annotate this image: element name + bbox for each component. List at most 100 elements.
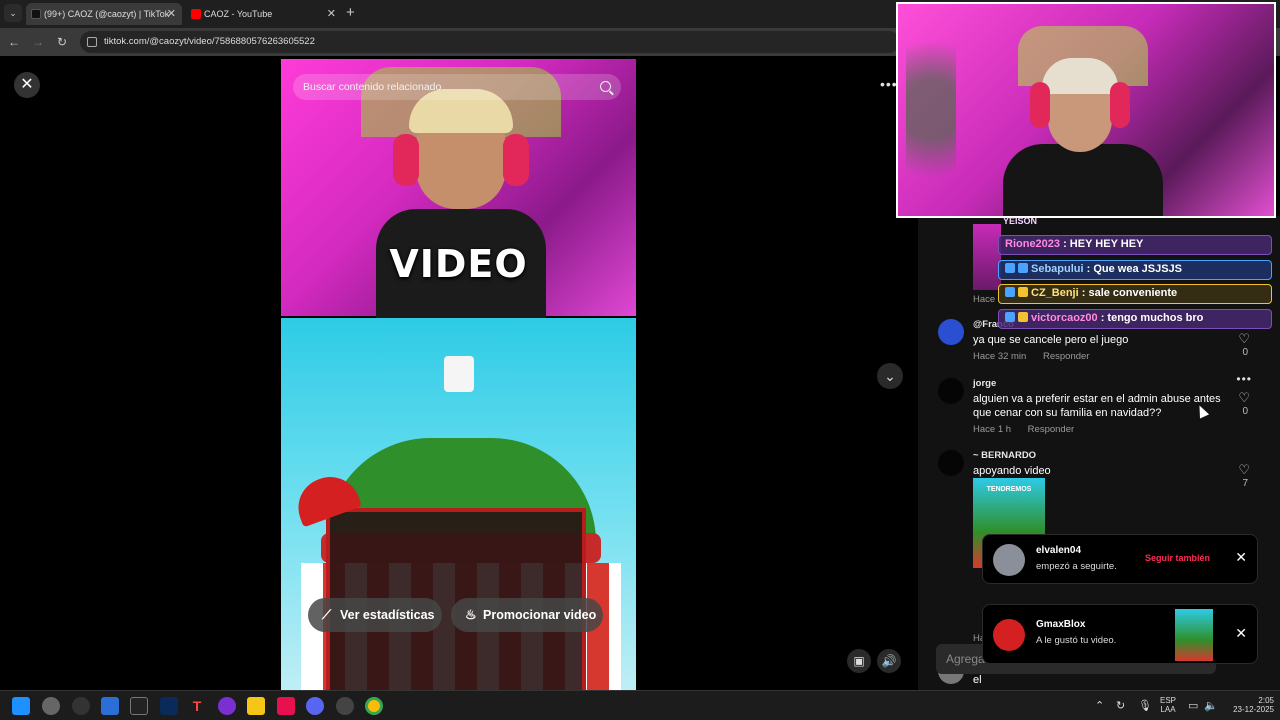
tray-expand-icon[interactable]: ⌃ bbox=[1095, 699, 1104, 712]
related-search-input[interactable]: Buscar contenido relacionado bbox=[293, 74, 621, 100]
like-icon[interactable]: ♡ bbox=[1238, 390, 1250, 406]
language-indicator[interactable]: ESP LAA bbox=[1156, 696, 1180, 714]
notification-user: GmaxBlox bbox=[1036, 619, 1086, 630]
youtube-favicon-icon bbox=[191, 9, 201, 19]
network-icon[interactable]: ▭ bbox=[1188, 699, 1198, 712]
tab-search-icon[interactable]: ⌄ bbox=[4, 4, 22, 22]
notification-follow[interactable]: elvalen04 empezó a seguirte. Seguir tamb… bbox=[982, 534, 1258, 584]
comment-username[interactable]: ~ BERNARDO bbox=[973, 450, 1036, 461]
windows-taskbar: T ⌃ ↻ 🎙 ESP LAA ▭ 🔈 2:05 23-12-2025 bbox=[0, 690, 1280, 720]
notification-text: empezó a seguirte. bbox=[1036, 561, 1117, 572]
chat-text: : tengo muchos bro bbox=[1097, 312, 1204, 324]
close-tab-icon[interactable]: ✕ bbox=[327, 3, 336, 25]
avatar[interactable] bbox=[938, 450, 964, 476]
headset-app-icon[interactable] bbox=[218, 697, 236, 715]
like-count: 0 bbox=[1242, 406, 1248, 417]
app-icon[interactable] bbox=[72, 697, 90, 715]
comment-item: jorge alguien va a preferir estar en el … bbox=[938, 372, 1258, 438]
tab-youtube[interactable]: CAOZ - YouTube ✕ bbox=[186, 3, 342, 25]
like-count: 7 bbox=[1242, 478, 1248, 489]
search-icon[interactable] bbox=[600, 81, 611, 92]
next-video-icon[interactable]: ⌄ bbox=[877, 363, 903, 389]
comment-options-icon[interactable]: ••• bbox=[1236, 372, 1252, 386]
back-icon[interactable]: ← bbox=[5, 33, 23, 51]
app-icon[interactable] bbox=[101, 697, 119, 715]
windows-start-icon[interactable] bbox=[12, 697, 30, 715]
avatar[interactable] bbox=[938, 378, 964, 404]
clock-date: 23-12-2025 bbox=[1233, 705, 1274, 714]
chat-badge-icon bbox=[1005, 312, 1015, 322]
clock[interactable]: 2:05 23-12-2025 bbox=[1222, 696, 1274, 714]
forward-icon[interactable]: → bbox=[29, 33, 47, 51]
headphone-right bbox=[503, 134, 529, 186]
reply-link[interactable]: Responder bbox=[1028, 424, 1074, 435]
video-overlay-title: VIDEO bbox=[389, 242, 528, 286]
mouse-app-icon[interactable] bbox=[42, 697, 60, 715]
chat-message: victorcaoz00 : tengo muchos bro bbox=[998, 309, 1272, 329]
address-bar[interactable]: tiktok.com/@caozyt/video/758688057626360… bbox=[80, 31, 900, 53]
close-video-icon[interactable]: ✕ bbox=[14, 72, 40, 98]
chat-message: Sebapului : Que wea JSJSJS bbox=[998, 260, 1272, 280]
comment-time: Hace 32 min bbox=[973, 351, 1027, 362]
close-icon[interactable]: ✕ bbox=[1235, 625, 1247, 642]
microphone-icon[interactable]: 🎙 bbox=[1138, 699, 1152, 712]
photoshop-icon[interactable] bbox=[160, 697, 178, 715]
text-app-icon[interactable]: T bbox=[188, 697, 206, 715]
chat-badge-icon bbox=[1018, 287, 1028, 297]
like-icon[interactable]: ♡ bbox=[1238, 331, 1250, 347]
url-text: tiktok.com/@caozyt/video/758688057626360… bbox=[104, 36, 315, 47]
comment-time: Hace 1 h bbox=[973, 424, 1012, 435]
like-icon[interactable]: ♡ bbox=[1238, 462, 1250, 478]
comment-text: apoyando video bbox=[973, 465, 1051, 477]
comment-username[interactable]: jorge bbox=[973, 378, 996, 389]
flame-icon: ♨ bbox=[465, 607, 477, 622]
reload-icon[interactable]: ↻ bbox=[53, 33, 71, 51]
app-icon[interactable] bbox=[336, 697, 354, 715]
volume-tray-icon[interactable]: 🔈 bbox=[1204, 699, 1218, 712]
tiktok-favicon-icon bbox=[31, 9, 41, 19]
follow-back-button[interactable]: Seguir también bbox=[1145, 553, 1210, 563]
headphone-right bbox=[1110, 82, 1130, 128]
discord-icon[interactable] bbox=[306, 697, 324, 715]
close-icon[interactable]: ✕ bbox=[1235, 549, 1247, 566]
language-code: ESP bbox=[1159, 696, 1176, 705]
chat-text: : Que wea JSJSJS bbox=[1083, 263, 1182, 275]
promote-button-label: Promocionar video bbox=[483, 608, 597, 622]
chat-badge-icon bbox=[1005, 287, 1015, 297]
close-tab-icon[interactable]: ✕ bbox=[167, 3, 176, 25]
site-info-icon[interactable] bbox=[87, 37, 97, 47]
new-tab-icon[interactable]: + bbox=[346, 4, 355, 22]
tab-tiktok[interactable]: (99+) CAOZ (@caozyt) | TikTok ✕ bbox=[26, 3, 182, 25]
thumbnail-label: TENDREMOS bbox=[986, 486, 1032, 493]
video-player[interactable]: VIDEO Buscar contenido relacionado ⟋ Ver… bbox=[281, 59, 636, 690]
comment-meta: Hace 1 h Responder bbox=[973, 424, 1088, 435]
clock-time: 2:05 bbox=[1258, 696, 1274, 705]
notification-like[interactable]: GmaxBlox A le gustó tu video. ✕ bbox=[982, 604, 1258, 664]
search-placeholder: Buscar contenido relacionado bbox=[303, 81, 442, 93]
epic-games-icon[interactable] bbox=[130, 697, 148, 715]
picture-in-picture-icon[interactable]: ▣ bbox=[847, 649, 871, 673]
headphone-left bbox=[1030, 82, 1050, 128]
chat-username: Sebapului bbox=[1031, 263, 1084, 275]
comment-meta: Hace 32 min Responder bbox=[973, 351, 1103, 362]
chrome-icon[interactable] bbox=[365, 697, 383, 715]
chat-message: Rione2023 : HEY HEY HEY bbox=[998, 235, 1272, 255]
notification-text: A le gustó tu video. bbox=[1036, 635, 1117, 646]
stats-button[interactable]: ⟋ Ver estadísticas bbox=[308, 598, 442, 632]
chart-icon: ⟋ bbox=[322, 607, 332, 622]
chat-text: : HEY HEY HEY bbox=[1060, 238, 1144, 250]
chat-username: victorcaoz00 bbox=[1031, 312, 1098, 324]
avatar bbox=[993, 619, 1025, 651]
file-explorer-icon[interactable] bbox=[247, 697, 265, 715]
tab-title: CAOZ - YouTube bbox=[204, 9, 273, 19]
reply-link[interactable]: Responder bbox=[1043, 351, 1089, 362]
tiktok-app-icon[interactable] bbox=[277, 697, 295, 715]
sync-icon[interactable]: ↻ bbox=[1116, 699, 1125, 712]
game-flag bbox=[444, 356, 474, 392]
comment-text: alguien va a preferir estar en el admin … bbox=[973, 393, 1221, 419]
webcam-overlay bbox=[896, 2, 1276, 218]
promote-button[interactable]: ♨ Promocionar video bbox=[451, 598, 603, 632]
comment-text: ya que se cancele pero el juego bbox=[973, 334, 1129, 346]
volume-icon[interactable]: 🔊 bbox=[877, 649, 901, 673]
avatar[interactable] bbox=[938, 319, 964, 345]
